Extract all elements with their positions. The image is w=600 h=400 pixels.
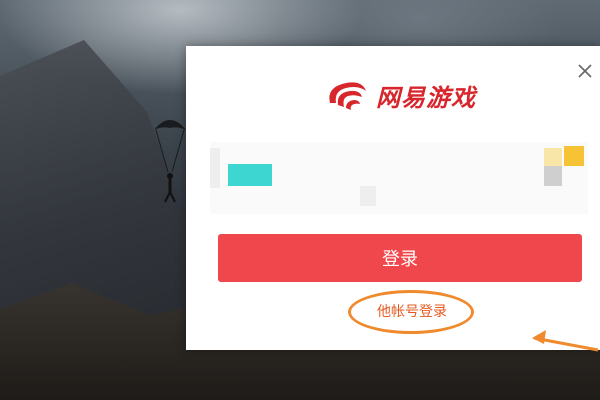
other-account-login-label: 他帐号登录 <box>377 304 447 320</box>
other-account-login-link[interactable]: 他帐号登录 <box>352 301 472 321</box>
brand-name: 网易游戏 <box>376 82 476 112</box>
netease-logo-icon <box>329 82 366 110</box>
login-button[interactable]: 登录 <box>218 234 582 282</box>
brand-logo: 网易游戏 <box>324 74 476 116</box>
login-button-label: 登录 <box>382 249 418 270</box>
close-icon[interactable] <box>576 62 594 80</box>
login-dialog: 网易游戏 登录 他帐号登录 <box>186 46 600 350</box>
qr-code-area <box>210 142 588 214</box>
parachute-icon <box>154 120 186 203</box>
qr-code-icon <box>228 164 272 186</box>
